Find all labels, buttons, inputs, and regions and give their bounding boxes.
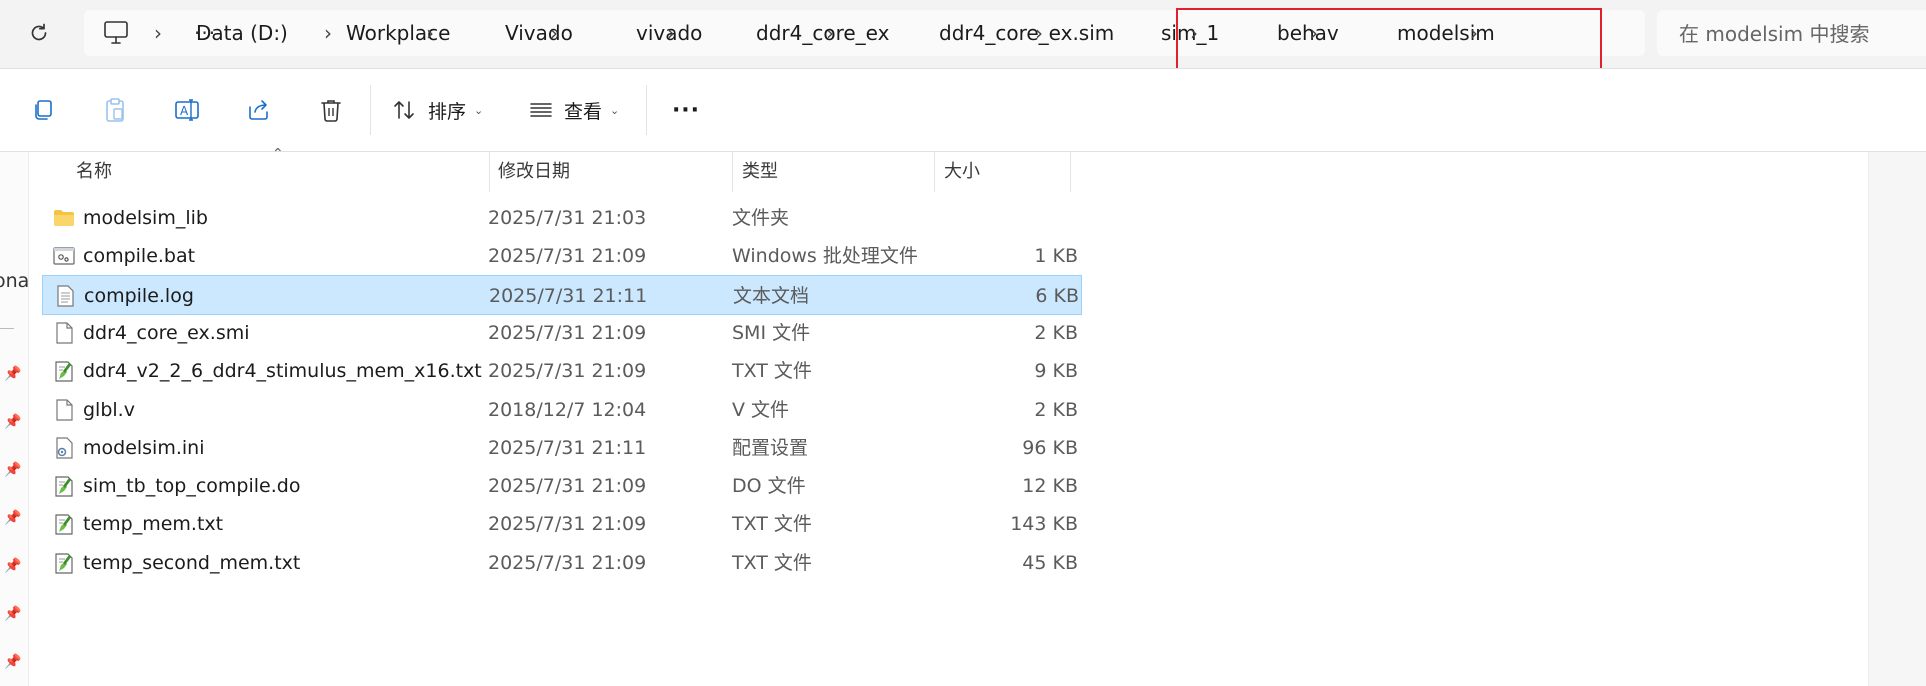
computer-icon[interactable]: [102, 20, 130, 46]
address-row: › ··· Data (D:) › Workplace › Vivado › vivado ›…: [0, 0, 1926, 72]
breadcrumb-chevron-icon[interactable]: ›: [667, 10, 675, 56]
pin-icon[interactable]: 📌: [4, 654, 21, 670]
breadcrumb-chevron-icon[interactable]: ›: [1035, 10, 1043, 56]
file-size: 45 KB: [1022, 551, 1078, 574]
file-size: 2 KB: [1034, 321, 1078, 344]
column-separator[interactable]: [1070, 152, 1071, 192]
breadcrumb-chevron-icon[interactable]: ›: [826, 10, 834, 56]
file-row[interactable]: compile.bat 2025/7/31 21:09 Windows 批处理文件 1…: [42, 236, 1082, 276]
file-size: 143 KB: [1010, 513, 1078, 536]
file-size: 1 KB: [1034, 245, 1078, 268]
file-row[interactable]: glbl.v 2018/12/7 12:04 V 文件 2 KB: [42, 390, 1082, 430]
file-size: [42, 198, 1078, 238]
pin-icon[interactable]: 📌: [4, 462, 21, 478]
file-row[interactable]: temp_mem.txt 2025/7/31 21:09 TXT 文件 143 KB: [42, 504, 1082, 544]
pin-icon[interactable]: 📌: [4, 366, 21, 382]
trash-icon: [321, 100, 341, 122]
sort-icon: [394, 101, 414, 119]
column-separator[interactable]: [489, 152, 490, 192]
share-button[interactable]: [238, 89, 280, 131]
column-header-type[interactable]: 类型: [742, 152, 778, 192]
rename-button[interactable]: A: [166, 89, 208, 131]
delete-button[interactable]: [310, 89, 352, 131]
file-row[interactable]: sim_tb_top_compile.do 2025/7/31 21:09 DO 文…: [42, 466, 1082, 506]
more-options-button[interactable]: ···: [664, 89, 708, 131]
file-row[interactable]: ddr4_v2_2_6_ddr4_stimulus_mem_x16.txt 202…: [42, 351, 1082, 391]
pin-icon[interactable]: 📌: [4, 510, 21, 526]
view-label: 查看: [564, 100, 603, 123]
toolbar-separator: [370, 85, 371, 135]
column-header-row: ⌃ 名称 修改日期 类型 大小: [28, 146, 1072, 192]
copy-icon: [35, 100, 52, 120]
highlight-annotation-box: [1176, 8, 1602, 72]
file-row[interactable]: modelsim_lib 2025/7/31 21:03 文件夹: [42, 198, 1082, 238]
copy-button[interactable]: [22, 89, 64, 131]
sort-label: 排序: [428, 100, 467, 123]
chevron-down-icon: ⌄: [474, 103, 484, 117]
column-separator[interactable]: [732, 152, 733, 192]
breadcrumb-item[interactable]: Workplace: [346, 10, 450, 56]
navigation-pane: ona 📌 📌 📌 📌 📌 📌 📌: [0, 152, 29, 686]
search-box[interactable]: [1657, 10, 1926, 58]
nav-divider: [0, 328, 14, 329]
refresh-icon: [31, 23, 47, 41]
paste-button[interactable]: [94, 89, 136, 131]
breadcrumb-chevron-icon[interactable]: ›: [550, 10, 558, 56]
column-separator[interactable]: [934, 152, 935, 192]
breadcrumb-item[interactable]: Data (D:): [196, 10, 288, 56]
file-size: 2 KB: [1034, 398, 1078, 421]
file-list: ⌃ 名称 修改日期 类型 大小 modelsim_lib 2025/7/31 21…: [28, 146, 1868, 686]
chevron-down-icon: ⌄: [610, 103, 620, 117]
paste-icon: [106, 98, 124, 122]
file-row[interactable]: modelsim.ini 2025/7/31 21:11 配置设置 96 KB: [42, 428, 1082, 468]
file-size: 12 KB: [1022, 475, 1078, 498]
refresh-button[interactable]: [24, 16, 54, 50]
rename-icon: A: [175, 99, 199, 121]
breadcrumb-chevron-icon[interactable]: ›: [324, 10, 332, 56]
pin-icon[interactable]: 📌: [4, 558, 21, 574]
file-size: 9 KB: [1034, 360, 1078, 383]
column-header-size[interactable]: 大小: [944, 152, 980, 192]
view-list-icon: [530, 103, 552, 117]
breadcrumb-item[interactable]: Vivado: [505, 10, 573, 56]
sort-ascending-icon: ⌃: [272, 146, 284, 162]
file-row[interactable]: compile.log 2025/7/31 21:11 文本文档 6 KB: [42, 274, 1082, 315]
pin-icon[interactable]: 📌: [4, 606, 21, 622]
file-row[interactable]: temp_second_mem.txt 2025/7/31 21:09 TXT 文件…: [42, 543, 1082, 583]
file-row[interactable]: ddr4_core_ex.smi 2025/7/31 21:09 SMI 文件 2 K…: [42, 313, 1082, 353]
details-pane: [1868, 152, 1926, 686]
pin-icon[interactable]: 📌: [4, 414, 21, 430]
toolbar-separator: [646, 85, 647, 135]
breadcrumb-chevron-icon[interactable]: ›: [154, 10, 162, 56]
column-header-name[interactable]: 名称: [76, 152, 112, 192]
column-header-date[interactable]: 修改日期: [498, 152, 570, 192]
nav-partial-text: ona: [0, 270, 29, 292]
file-size: 96 KB: [1022, 436, 1078, 459]
breadcrumb-chevron-icon[interactable]: ›: [426, 10, 434, 56]
file-size: 6 KB: [1035, 284, 1079, 307]
sort-button[interactable]: 排序 ⌄: [392, 89, 500, 131]
breadcrumb-item[interactable]: ddr4_core_ex.sim: [939, 10, 1114, 56]
command-bar: A 排序 ⌄ 查看 ⌄ ···: [0, 69, 1926, 151]
breadcrumb-item[interactable]: ddr4_core_ex: [756, 10, 889, 56]
view-button[interactable]: 查看 ⌄: [528, 89, 636, 131]
svg-text:A: A: [180, 104, 189, 118]
search-input[interactable]: [1657, 10, 1926, 58]
share-icon: [249, 100, 268, 120]
